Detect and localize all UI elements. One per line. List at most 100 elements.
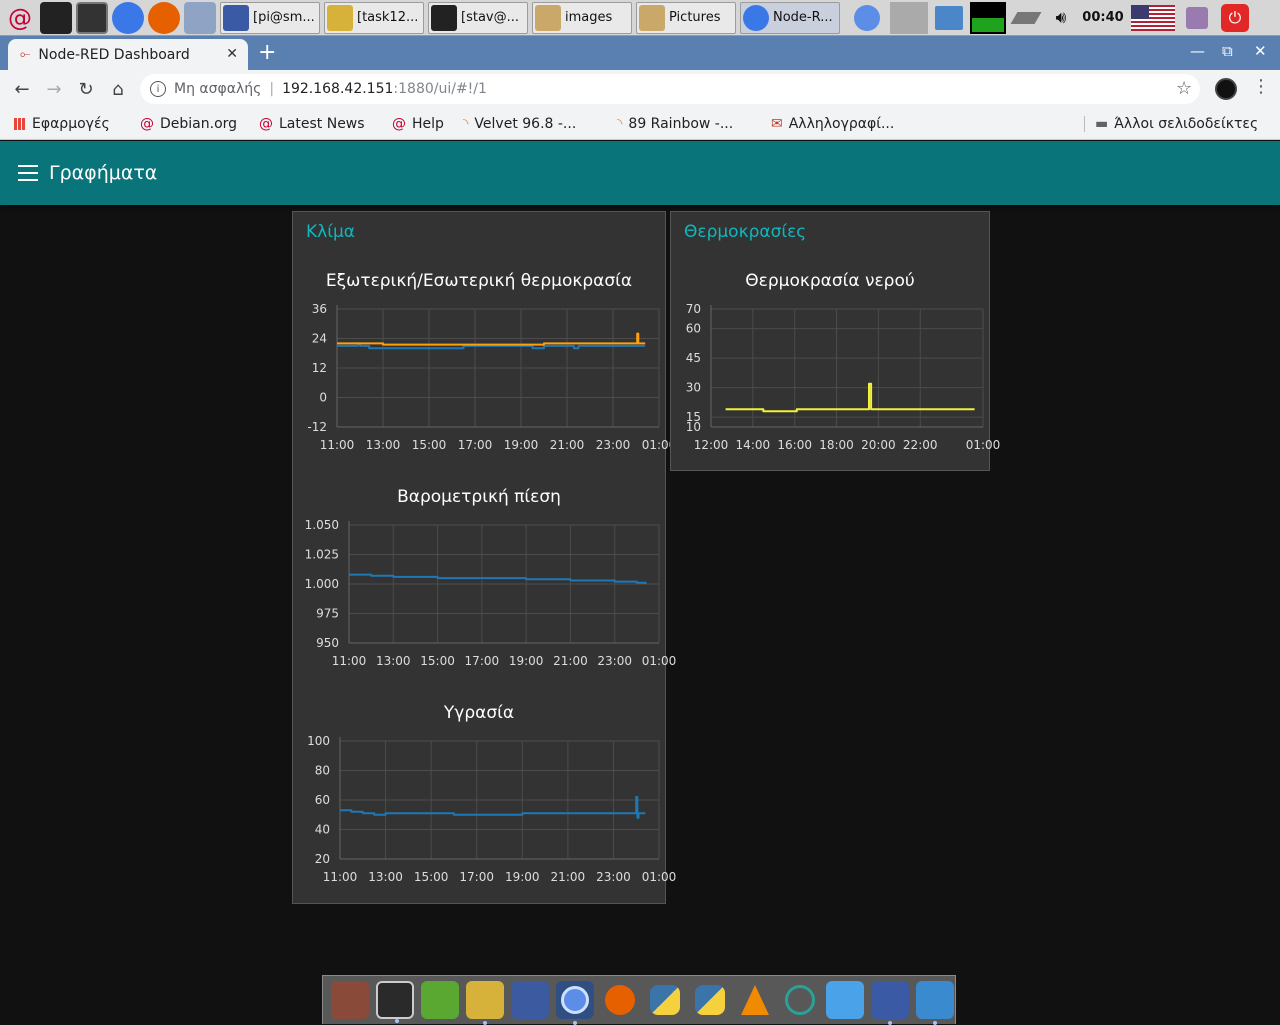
task-window-4[interactable]: images xyxy=(532,1,632,34)
tab-strip: ⟜ Node-RED Dashboard ✕ + — ⧉ ✕ xyxy=(0,36,1280,70)
minimize-icon[interactable]: — xyxy=(1190,42,1205,60)
x-tick-label: 15:00 xyxy=(414,870,449,884)
url-input[interactable]: i Μη ασφαλής | 192.168.42.151 :1880/ui/#… xyxy=(140,74,1200,104)
printer-icon[interactable] xyxy=(331,981,369,1019)
clock[interactable]: 00:40 xyxy=(1080,2,1126,34)
windows-switcher-icon[interactable] xyxy=(184,1,216,34)
x-tick-label: 17:00 xyxy=(459,870,494,884)
profile-avatar[interactable] xyxy=(1215,78,1237,100)
debian-icon: @ xyxy=(140,116,154,132)
x-tick-label: 23:00 xyxy=(596,870,631,884)
y-tick-label: 40 xyxy=(315,823,330,837)
task-window-6[interactable]: Node-R... xyxy=(740,1,840,34)
bookmarks-divider xyxy=(1084,116,1085,132)
y-tick-label: 15 xyxy=(686,410,701,424)
bookmark-star-icon[interactable]: ☆ xyxy=(1176,78,1192,99)
display-settings-icon[interactable] xyxy=(916,981,954,1025)
browser-menu-icon[interactable]: ⋮ xyxy=(1252,76,1270,97)
show-desktop-icon[interactable] xyxy=(40,1,72,34)
lock-screen-icon[interactable] xyxy=(1180,2,1214,34)
network-icon[interactable] xyxy=(932,2,966,34)
tab-title: Node-RED Dashboard xyxy=(38,46,190,63)
bookmark-help[interactable]: @ Help xyxy=(392,112,444,136)
chart-pressure: 950 975 1.000 1.025 1.050 11:00 13:00 15:00 17:0… xyxy=(305,518,677,668)
debian-icon: @ xyxy=(259,116,273,132)
x-tick-label: 17:00 xyxy=(458,438,493,452)
tab-node-red-dashboard[interactable]: ⟜ Node-RED Dashboard ✕ xyxy=(8,39,248,70)
y-tick-label: 30 xyxy=(686,381,701,395)
debian-menu-icon[interactable]: @ xyxy=(4,2,36,34)
x-tick-label: 19:00 xyxy=(504,438,539,452)
security-label[interactable]: Μη ασφαλής xyxy=(174,81,261,97)
teapot-icon[interactable] xyxy=(466,981,504,1025)
chart-water-temperature: 10153045607012:00 14:00 16:00 18:00 20:00 22:… xyxy=(686,302,1001,452)
y-tick-label: 20 xyxy=(315,852,330,866)
x-tick-label: 21:00 xyxy=(551,870,586,884)
other-bookmarks[interactable]: ▬ Άλλοι σελιδοδείκτες xyxy=(1095,112,1258,136)
debian-icon: @ xyxy=(392,116,406,132)
tray-blank-icon[interactable] xyxy=(890,1,928,34)
info-icon[interactable]: i xyxy=(150,81,166,97)
group-title: Θερμοκρασίες xyxy=(684,222,807,242)
y-tick-label: 0 xyxy=(319,391,327,405)
file-manager-icon[interactable] xyxy=(826,981,864,1019)
shutdown-icon[interactable]: ⏻ xyxy=(1218,2,1252,34)
bookmark-velvet[interactable]: ◝ Velvet 96.8 -... xyxy=(463,112,576,136)
monitor-icon[interactable] xyxy=(376,981,414,1023)
tray-chromium-icon[interactable] xyxy=(848,2,886,34)
x-tick-label: 13:00 xyxy=(368,870,403,884)
terminal-launcher-icon[interactable] xyxy=(76,1,108,34)
y-tick-label: 1.050 xyxy=(305,518,339,532)
close-tab-icon[interactable]: ✕ xyxy=(226,46,238,62)
chromium-icon xyxy=(743,4,769,31)
keyboard-layout-flag-icon[interactable] xyxy=(1130,2,1176,34)
chromium-launcher-icon[interactable] xyxy=(112,1,144,34)
bookmark-apps[interactable]: Εφαρμογές xyxy=(14,112,110,136)
terminal-python-icon xyxy=(223,4,249,31)
new-tab-button[interactable]: + xyxy=(258,40,276,65)
task-window-2[interactable]: [task12... xyxy=(324,1,424,34)
close-window-icon[interactable]: ✕ xyxy=(1254,42,1267,60)
task-window-3[interactable]: [stav@... xyxy=(428,1,528,34)
firefox-launcher-icon[interactable] xyxy=(148,1,180,34)
x-tick-label: 14:00 xyxy=(736,438,771,452)
x-tick-label: 11:00 xyxy=(332,654,367,668)
firefox-icon[interactable] xyxy=(601,981,639,1019)
bookmark-mail[interactable]: ✉ Αλληλογραφί... xyxy=(771,112,894,136)
chromium-icon[interactable] xyxy=(556,981,594,1025)
storage-icon[interactable] xyxy=(1010,2,1042,34)
folder-icon: ▬ xyxy=(1095,116,1109,132)
python-icon[interactable] xyxy=(691,981,729,1019)
restore-icon[interactable]: ⧉ xyxy=(1222,42,1233,60)
task-window-5[interactable]: Pictures xyxy=(636,1,736,34)
chart-title-temperature: Εξωτερική/Εσωτερική θερμοκρασία xyxy=(325,271,633,291)
vlc-icon[interactable] xyxy=(736,981,774,1019)
back-icon[interactable]: ← xyxy=(6,79,38,100)
forward-icon[interactable]: → xyxy=(38,79,70,100)
cpu-monitor-icon[interactable] xyxy=(970,1,1006,34)
x-tick-label: 21:00 xyxy=(553,654,588,668)
task-window-1[interactable]: [pi@sm... xyxy=(220,1,320,34)
terminal-icon xyxy=(431,4,457,31)
volume-icon[interactable]: 🔊︎ xyxy=(1046,2,1076,34)
address-bar-row: ← → ↻ ⌂ i Μη ασφαλής | 192.168.42.151 :1… xyxy=(0,70,1280,108)
bookmark-latest-news[interactable]: @ Latest News xyxy=(259,112,365,136)
y-tick-label: 975 xyxy=(316,607,339,621)
remote-desktop-icon[interactable] xyxy=(781,981,819,1019)
leafpad-icon[interactable] xyxy=(421,981,459,1019)
reload-icon[interactable]: ↻ xyxy=(70,79,102,100)
rss-icon: ◝ xyxy=(617,116,623,132)
home-icon[interactable]: ⌂ xyxy=(102,79,134,100)
x-tick-label: 11:00 xyxy=(320,438,355,452)
menu-hamburger-icon[interactable] xyxy=(18,165,38,181)
bookmark-rainbow[interactable]: ◝ 89 Rainbow -... xyxy=(617,112,733,136)
application-dock xyxy=(322,975,956,1025)
x-tick-label: 21:00 xyxy=(550,438,585,452)
x-tick-label: 13:00 xyxy=(366,438,401,452)
python-icon[interactable] xyxy=(646,981,684,1019)
x-tick-label: 18:00 xyxy=(819,438,854,452)
bookmark-debian[interactable]: @ Debian.org xyxy=(140,112,237,136)
dashboard-toolbar: Γραφήματα xyxy=(0,141,1280,205)
calculator-icon[interactable] xyxy=(511,981,549,1019)
network-config-icon[interactable] xyxy=(871,981,909,1025)
